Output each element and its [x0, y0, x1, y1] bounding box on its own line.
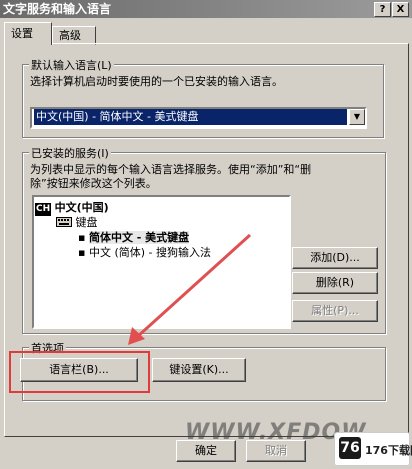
logo-text: 176下载网 — [365, 444, 412, 457]
annotation-arrow — [128, 233, 252, 345]
site-logo: 76 176下载网 — [334, 432, 412, 466]
logo-badge: 76 — [339, 437, 361, 459]
tab-settings[interactable]: 设置 — [4, 22, 52, 45]
